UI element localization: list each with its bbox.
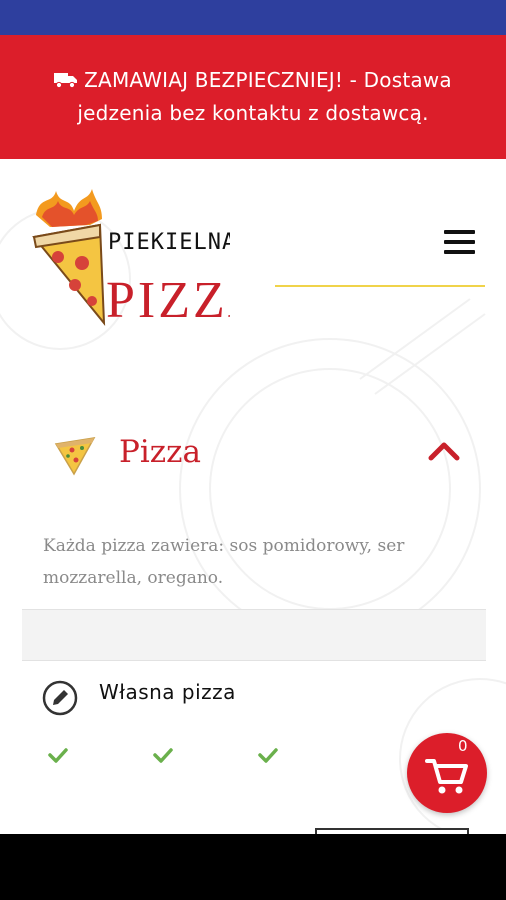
item-title: Własna pizza <box>99 680 236 704</box>
menu-bar <box>444 240 475 244</box>
promo-banner: ZAMAWIAJ BEZPIECZNIEJ! - Dostawa jedzeni… <box>0 35 506 159</box>
promo-text-wrap: ZAMAWIAJ BEZPIECZNIEJ! - Dostawa jedzeni… <box>23 64 483 130</box>
navigation-bar <box>0 834 506 900</box>
check-icon <box>153 748 173 763</box>
promo-text: ZAMAWIAJ BEZPIECZNIEJ! - Dostawa jedzeni… <box>77 68 452 125</box>
edit-icon[interactable] <box>42 680 78 716</box>
status-bar <box>0 0 506 35</box>
check-icon <box>48 748 68 763</box>
category-title: Pizza <box>119 434 201 470</box>
pizza-slice-icon <box>54 437 96 476</box>
logo-graphic: PIEKIELNA PIZZA <box>32 189 265 329</box>
list-item-wlasna-pizza[interactable]: Własna pizza <box>22 670 486 730</box>
truck-icon <box>54 73 78 89</box>
cart-count-badge: 0 <box>458 737 468 755</box>
cart-button[interactable] <box>407 733 487 813</box>
logo-text-top: PIEKIELNA <box>108 230 230 255</box>
category-pizza-header[interactable]: Pizza <box>22 420 486 490</box>
hamburger-icon[interactable] <box>444 230 478 260</box>
section-divider-band <box>22 609 486 661</box>
chevron-up-icon[interactable] <box>428 440 460 462</box>
check-icon <box>258 748 278 763</box>
category-description: Każda pizza zawiera: sos pomidorowy, ser… <box>43 536 405 588</box>
menu-bar <box>444 230 475 234</box>
cart-icon <box>425 759 468 794</box>
logo-text-bottom: PIZZA <box>106 272 230 329</box>
logo[interactable]: PIEKIELNA PIZZA <box>30 185 265 330</box>
menu-bar <box>444 250 475 254</box>
header-divider <box>275 285 485 287</box>
